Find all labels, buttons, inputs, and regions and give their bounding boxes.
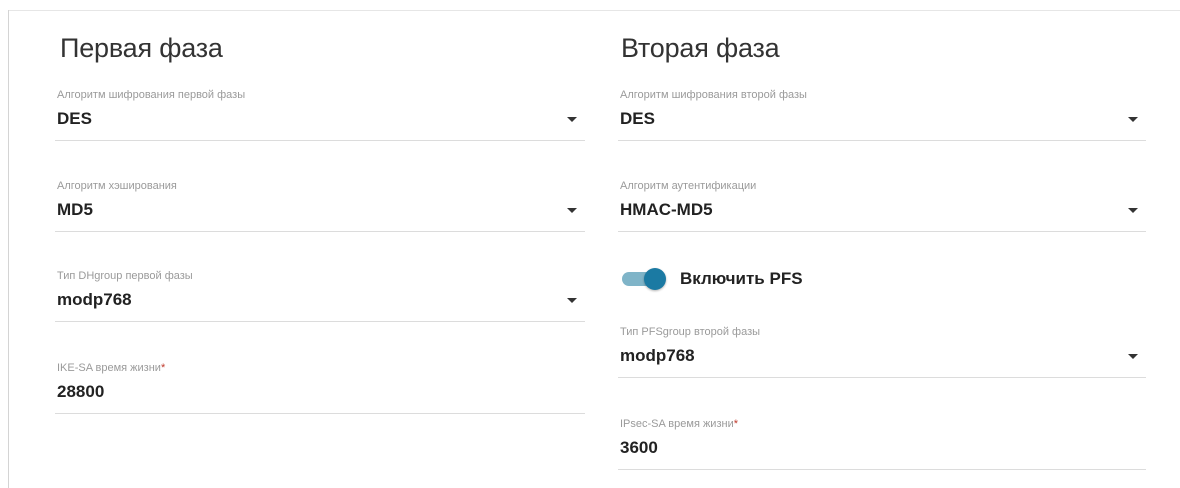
caret-down-icon[interactable] <box>1128 208 1138 213</box>
pfs-toggle-row: Включить PFS <box>622 264 922 294</box>
caret-down-icon[interactable] <box>567 208 577 213</box>
field-underline <box>618 231 1146 232</box>
ike-lifetime-label: IKE-SA время жизни* <box>57 362 166 374</box>
phase2-encryption-label: Алгоритм шифрования второй фазы <box>620 89 807 101</box>
field-underline <box>55 321 585 322</box>
caret-down-icon[interactable] <box>1128 117 1138 122</box>
field-underline <box>618 140 1146 141</box>
phase2-pfsgroup-value: modp768 <box>620 346 695 365</box>
ipsec-settings-page: Первая фаза Алгоритм шифрования первой ф… <box>0 0 1180 488</box>
phase2-encryption-value: DES <box>620 109 655 128</box>
phase1-encryption-value: DES <box>57 109 92 128</box>
panel-top-border <box>8 10 1180 11</box>
toggle-knob[interactable] <box>644 268 666 290</box>
pfs-toggle[interactable] <box>622 268 666 290</box>
pfs-toggle-label[interactable]: Включить PFS <box>680 269 803 289</box>
phase2-authentication-label: Алгоритм аутентификации <box>620 180 757 192</box>
field-underline <box>55 231 585 232</box>
ipsec-lifetime-value[interactable]: 3600 <box>620 438 658 458</box>
phase1-title: Первая фаза <box>60 33 223 63</box>
ipsec-lifetime-label: IPsec-SA время жизни* <box>620 418 738 430</box>
phase1-dhgroup-value: modp768 <box>57 290 132 309</box>
phase1-hashing-value: MD5 <box>57 200 93 219</box>
phase1-encryption-label: Алгоритм шифрования первой фазы <box>57 89 246 101</box>
phase2-authentication-value: HMAC-MD5 <box>620 200 713 219</box>
required-mark: * <box>160 362 166 374</box>
phase2-title: Вторая фаза <box>621 33 780 63</box>
phase2-pfsgroup-label: Тип PFSgroup второй фазы <box>620 326 761 338</box>
caret-down-icon[interactable] <box>1128 354 1138 359</box>
required-mark: * <box>733 418 738 430</box>
field-underline <box>55 413 585 414</box>
caret-down-icon[interactable] <box>567 298 577 303</box>
field-underline <box>618 469 1146 470</box>
phase1-dhgroup-label: Тип DHgroup первой фазы <box>57 270 193 282</box>
ike-lifetime-value[interactable]: 28800 <box>57 382 104 402</box>
caret-down-icon[interactable] <box>567 117 577 122</box>
phase1-hashing-label: Алгоритм хэширования <box>57 180 177 192</box>
field-underline <box>55 140 585 141</box>
panel-left-border <box>8 10 9 488</box>
field-underline <box>618 377 1146 378</box>
